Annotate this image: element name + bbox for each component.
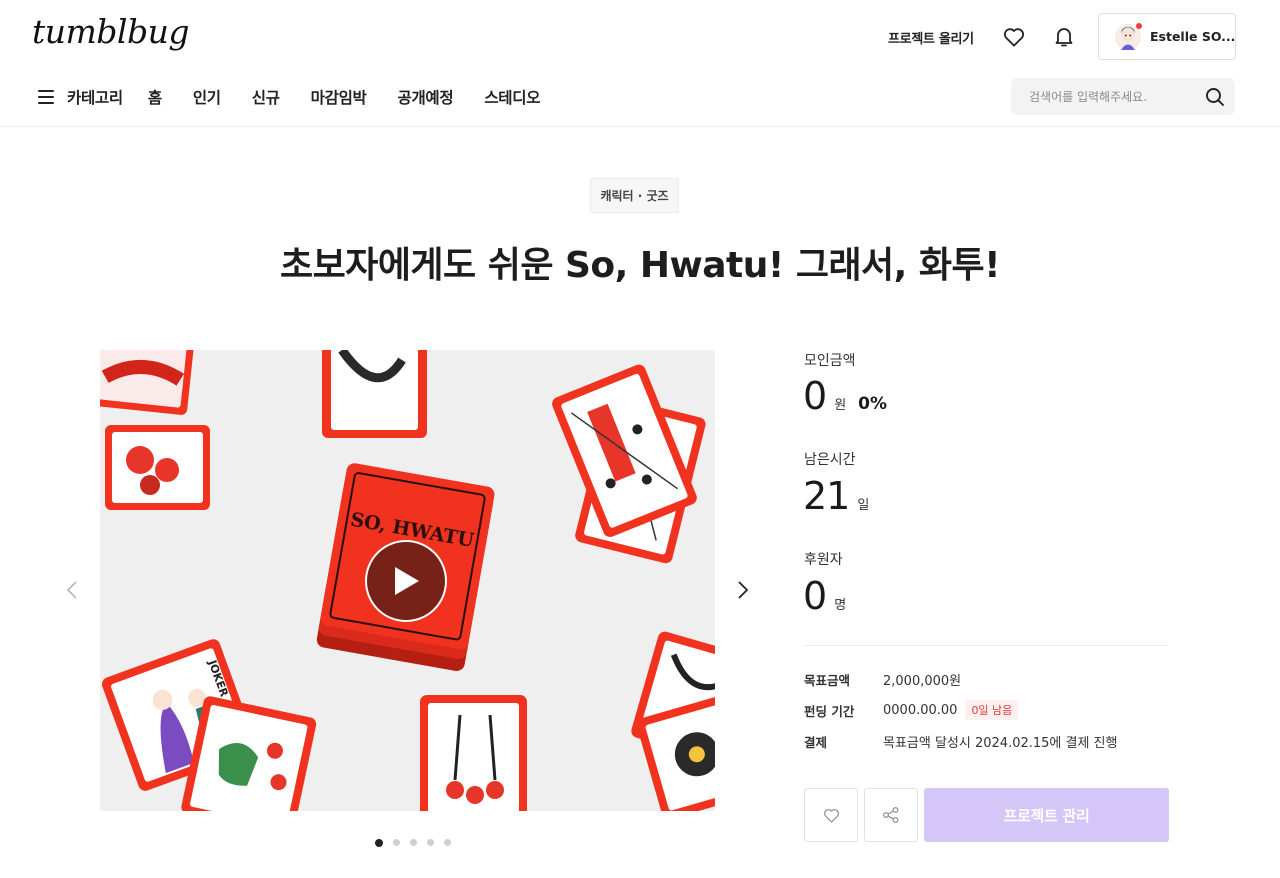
slide-indicator bbox=[375, 838, 461, 847]
play-icon bbox=[395, 567, 419, 595]
backers-value: 0 bbox=[803, 574, 827, 618]
user-profile-button[interactable]: Estelle SO... bbox=[1098, 13, 1236, 60]
notification-button[interactable] bbox=[1050, 23, 1078, 51]
category-badge[interactable]: 캐릭터 · 굿즈 bbox=[590, 178, 679, 213]
search-box bbox=[1011, 78, 1235, 115]
funding-percent: 0% bbox=[858, 394, 888, 414]
nav-item-new[interactable]: 신규 bbox=[252, 86, 280, 108]
nav-item-upcoming[interactable]: 공개예정 bbox=[398, 86, 454, 108]
share-button[interactable] bbox=[864, 788, 918, 842]
chevron-right-icon bbox=[738, 581, 749, 599]
nav-item-popular[interactable]: 인기 bbox=[193, 86, 221, 108]
backers-label: 후원자 bbox=[804, 552, 843, 568]
project-title: 초보자에게도 쉬운 So, Hwatu! 그래서, 화투! bbox=[279, 245, 1001, 286]
heart-icon bbox=[823, 808, 839, 823]
upload-project-link[interactable]: 프로젝트 올리기 bbox=[888, 28, 974, 47]
time-left-value: 21 bbox=[803, 474, 850, 518]
next-slide-button[interactable] bbox=[731, 570, 755, 610]
manage-project-button[interactable]: 프로젝트 관리 bbox=[924, 788, 1169, 842]
slide-dot[interactable] bbox=[375, 838, 383, 847]
slide-dot[interactable] bbox=[393, 839, 400, 846]
play-video-button[interactable] bbox=[365, 540, 447, 622]
site-header: tumblbug 프로젝트 올리기 Estelle SO... 카테고리 홈 인… bbox=[0, 0, 1280, 127]
slide-dot[interactable] bbox=[410, 839, 417, 846]
bell-icon bbox=[1055, 28, 1073, 47]
category-menu-button[interactable]: 카테고리 bbox=[38, 86, 148, 108]
nav-item-home[interactable]: 홈 bbox=[148, 86, 162, 108]
period-value: 0000.00.00 bbox=[883, 702, 958, 718]
avatar bbox=[1115, 22, 1142, 50]
nav-item-steady[interactable]: 스테디오 bbox=[484, 86, 540, 108]
prev-slide-button[interactable] bbox=[60, 570, 84, 610]
payment-label: 결제 bbox=[804, 735, 828, 750]
time-left-label: 남은시간 bbox=[804, 452, 856, 468]
search-input[interactable] bbox=[1029, 89, 1205, 104]
notification-dot bbox=[1136, 22, 1142, 29]
slide-dot[interactable] bbox=[444, 839, 451, 846]
chevron-left-icon bbox=[66, 581, 77, 599]
funding-label: 모인금액 bbox=[804, 353, 856, 369]
payment-value: 목표금액 달성시 2024.02.15에 결제 진행 bbox=[883, 736, 1118, 751]
slide-dot[interactable] bbox=[427, 839, 434, 846]
time-left-stat: 21 일 bbox=[803, 474, 869, 518]
stats-divider bbox=[804, 645, 1168, 646]
funding-amount: 0 bbox=[803, 374, 827, 418]
logo[interactable]: tumblbug bbox=[32, 12, 190, 51]
backers-stat: 0 명 bbox=[803, 574, 846, 618]
backers-unit: 명 bbox=[834, 598, 847, 613]
days-left-badge: 0일 남음 bbox=[965, 700, 1019, 720]
main-nav: 카테고리 홈 인기 신규 마감임박 공개예정 스테디오 bbox=[38, 84, 571, 110]
search-icon[interactable] bbox=[1205, 87, 1225, 107]
hamburger-icon bbox=[38, 90, 54, 104]
user-name: Estelle SO... bbox=[1150, 29, 1236, 44]
share-icon bbox=[883, 807, 899, 823]
period-row: 펀딩 기간 0000.00.00 0일 남음 bbox=[804, 700, 1019, 720]
payment-row: 결제 목표금액 달성시 2024.02.15에 결제 진행 bbox=[804, 732, 1117, 751]
funding-unit: 원 bbox=[834, 398, 847, 413]
period-label: 펀딩 기간 bbox=[804, 703, 855, 719]
goal-value: 2,000,000원 bbox=[883, 674, 962, 689]
time-left-unit: 일 bbox=[857, 498, 870, 513]
funding-stat: 0 원 0% bbox=[803, 374, 887, 418]
goal-row: 목표금액 2,000,000원 bbox=[804, 670, 961, 689]
heart-icon bbox=[1003, 28, 1025, 47]
nav-item-closing-soon[interactable]: 마감임박 bbox=[311, 86, 367, 108]
like-button[interactable] bbox=[804, 788, 858, 842]
project-media: SO, HWATU JOKER bbox=[100, 350, 715, 811]
wishlist-button[interactable] bbox=[1000, 23, 1028, 51]
nav-item-category: 카테고리 bbox=[67, 89, 123, 107]
goal-label: 목표금액 bbox=[804, 673, 851, 688]
